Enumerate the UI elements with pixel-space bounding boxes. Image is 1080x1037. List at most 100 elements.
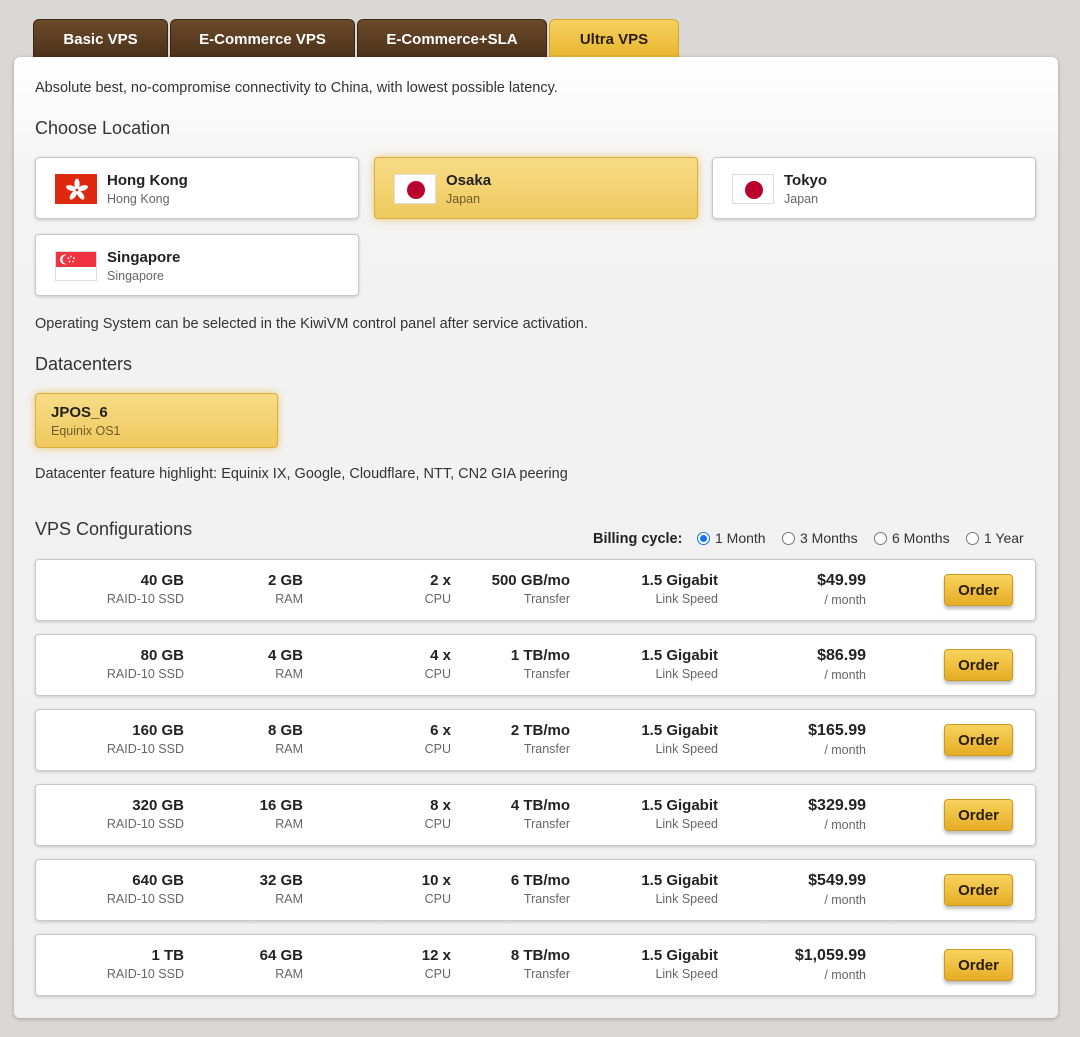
datacenter-card-jpos-6[interactable]: JPOS_6 Equinix OS1	[35, 393, 278, 448]
config-cpu: 8 x CPU	[425, 797, 451, 831]
config-price-value: $1,059.99	[794, 947, 866, 964]
billing-option-3-months[interactable]: 3 Months	[782, 530, 858, 546]
config-cpu-value: 8 x	[430, 797, 451, 814]
config-disk-value: 40 GB	[140, 572, 184, 589]
location-name: Tokyo	[784, 172, 828, 189]
config-price-label: / month	[824, 743, 866, 757]
config-transfer-label: Transfer	[523, 817, 570, 831]
location-card-hong-kong[interactable]: Hong Kong Hong Kong	[35, 157, 359, 219]
config-disk: 1 TB RAID-10 SSD	[107, 947, 184, 981]
config-link: 1.5 Gigabit Link Speed	[641, 947, 718, 981]
config-cpu: 2 x CPU	[425, 572, 451, 606]
config-transfer-value: 4 TB/mo	[510, 797, 570, 814]
config-disk-value: 1 TB	[151, 947, 184, 964]
config-disk-label: RAID-10 SSD	[106, 667, 184, 681]
config-link: 1.5 Gigabit Link Speed	[641, 722, 718, 756]
order-button[interactable]: Order	[944, 649, 1013, 681]
config-link-label: Link Speed	[655, 892, 718, 906]
location-country: Japan	[446, 192, 481, 206]
config-ram-value: 64 GB	[259, 947, 303, 964]
config-cpu-label: CPU	[424, 667, 451, 681]
location-name: Singapore	[107, 249, 181, 266]
config-ram: 8 GB RAM	[268, 722, 303, 756]
radio-selected-icon[interactable]	[697, 531, 710, 545]
config-link-value: 1.5 Gigabit	[641, 572, 718, 589]
billing-cycle-label: Billing cycle:	[593, 531, 683, 547]
intro-text: Absolute best, no-compromise connectivit…	[35, 80, 558, 96]
config-price-label: / month	[824, 893, 866, 907]
config-link-label: Link Speed	[655, 817, 718, 831]
billing-option-label: 3 Months	[800, 530, 858, 546]
config-ram-value: 32 GB	[259, 872, 303, 889]
config-link-label: Link Speed	[655, 967, 718, 981]
config-row: 1 TB RAID-10 SSD 64 GB RAM 12 x CPU 8 TB/mo Tra…	[35, 934, 1036, 996]
location-country: Singapore	[107, 269, 164, 283]
location-name: Osaka	[446, 172, 492, 189]
order-button[interactable]: Order	[944, 799, 1013, 831]
config-price: $86.99 / month	[817, 647, 866, 682]
tab-basic-vps[interactable]: Basic VPS	[33, 19, 168, 59]
product-tabs: Basic VPS E-Commerce VPS E-Commerce+SLA …	[33, 19, 679, 59]
datacenter-feature-text: Datacenter feature highlight: Equinix IX…	[35, 466, 568, 482]
config-transfer: 1 TB/mo Transfer	[511, 647, 570, 681]
config-row: 160 GB RAID-10 SSD 8 GB RAM 6 x CPU 2 TB/mo Tra…	[35, 709, 1036, 771]
location-card-tokyo[interactable]: Tokyo Japan	[712, 157, 1036, 219]
config-disk: 320 GB RAID-10 SSD	[107, 797, 184, 831]
location-country: Hong Kong	[107, 192, 170, 206]
billing-option-1-month[interactable]: 1 Month	[697, 530, 766, 546]
location-card-singapore[interactable]: Singapore Singapore	[35, 234, 359, 296]
config-disk-value: 640 GB	[132, 872, 184, 889]
config-price: $165.99 / month	[808, 722, 866, 757]
config-transfer: 4 TB/mo Transfer	[511, 797, 570, 831]
config-disk-value: 160 GB	[132, 722, 184, 739]
order-button[interactable]: Order	[944, 874, 1013, 906]
config-ram-label: RAM	[275, 892, 303, 906]
tab-ultra-vps[interactable]: Ultra VPS	[549, 19, 679, 59]
config-cpu-value: 12 x	[421, 947, 451, 964]
config-cpu: 6 x CPU	[425, 722, 451, 756]
config-link-label: Link Speed	[655, 742, 718, 756]
billing-option-1-year[interactable]: 1 Year	[966, 530, 1024, 546]
order-button[interactable]: Order	[944, 724, 1013, 756]
radio-icon[interactable]	[782, 531, 795, 545]
config-transfer-label: Transfer	[523, 667, 570, 681]
config-cpu-value: 10 x	[421, 872, 451, 889]
tab-ecommerce-vps[interactable]: E-Commerce VPS	[170, 19, 355, 59]
config-price-label: / month	[824, 668, 866, 682]
datacenter-name: JPOS_6	[51, 404, 108, 421]
singapore-flag-icon	[55, 251, 97, 281]
config-disk-label: RAID-10 SSD	[106, 592, 184, 606]
billing-option-6-months[interactable]: 6 Months	[874, 530, 950, 546]
location-card-osaka[interactable]: Osaka Japan	[374, 157, 698, 219]
config-cpu: 12 x CPU	[422, 947, 451, 981]
config-link: 1.5 Gigabit Link Speed	[641, 647, 718, 681]
config-transfer-value: 6 TB/mo	[510, 872, 570, 889]
config-cpu-label: CPU	[424, 817, 451, 831]
config-price-label: / month	[824, 818, 866, 832]
config-price-value: $329.99	[808, 797, 866, 814]
config-price: $49.99 / month	[817, 572, 866, 607]
config-ram: 16 GB RAM	[260, 797, 303, 831]
config-transfer: 8 TB/mo Transfer	[511, 947, 570, 981]
config-link: 1.5 Gigabit Link Speed	[641, 872, 718, 906]
order-button[interactable]: Order	[944, 574, 1013, 606]
location-name: Hong Kong	[107, 172, 188, 189]
config-ram: 4 GB RAM	[268, 647, 303, 681]
config-disk-value: 80 GB	[140, 647, 184, 664]
config-disk-label: RAID-10 SSD	[106, 817, 184, 831]
datacenter-location: Equinix OS1	[51, 424, 121, 438]
billing-cycle-group: Billing cycle: 1 Month 3 Months 6 Months…	[14, 530, 1058, 550]
radio-icon[interactable]	[966, 531, 979, 545]
config-transfer-value: 500 GB/mo	[491, 572, 570, 589]
order-button[interactable]: Order	[944, 949, 1013, 981]
tab-ecommerce-sla[interactable]: E-Commerce+SLA	[357, 19, 547, 59]
radio-icon[interactable]	[874, 531, 887, 545]
config-disk-label: RAID-10 SSD	[106, 967, 184, 981]
config-link: 1.5 Gigabit Link Speed	[641, 797, 718, 831]
config-ram-label: RAM	[275, 817, 303, 831]
main-panel: Absolute best, no-compromise connectivit…	[14, 57, 1058, 1018]
config-link-value: 1.5 Gigabit	[641, 797, 718, 814]
os-note: Operating System can be selected in the …	[35, 316, 588, 332]
config-ram: 2 GB RAM	[268, 572, 303, 606]
config-ram-label: RAM	[275, 742, 303, 756]
